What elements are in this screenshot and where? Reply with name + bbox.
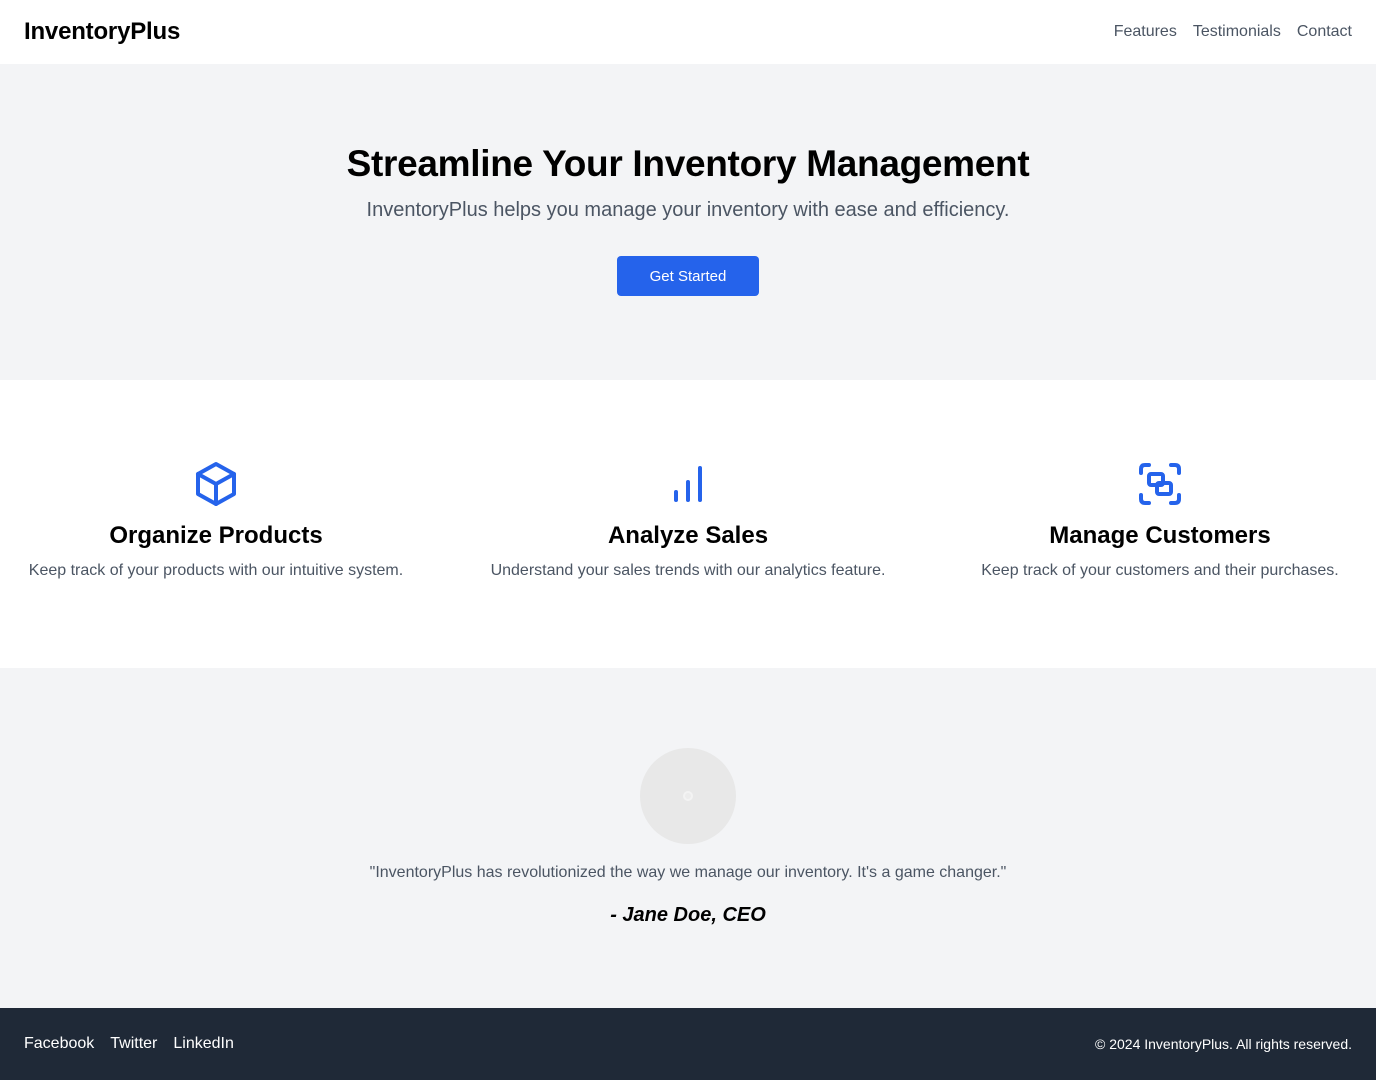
features-section: Organize Products Keep track of your pro… — [0, 380, 1376, 668]
nav-link-contact[interactable]: Contact — [1297, 23, 1352, 41]
group-objects-icon — [1136, 460, 1184, 508]
feature-title: Organize Products — [109, 522, 323, 549]
hero-section: Streamline Your Inventory Management Inv… — [0, 64, 1376, 380]
hero-title: Streamline Your Inventory Management — [346, 143, 1030, 184]
social-link-twitter[interactable]: Twitter — [110, 1035, 157, 1053]
testimonial-section: "InventoryPlus has revolutionized the wa… — [0, 668, 1376, 1008]
site-footer: Facebook Twitter LinkedIn © 2024 Invento… — [0, 1008, 1376, 1080]
social-link-facebook[interactable]: Facebook — [24, 1035, 94, 1053]
feature-description: Keep track of your customers and their p… — [981, 562, 1339, 579]
main-nav: Features Testimonials Contact — [1114, 23, 1352, 41]
site-header: InventoryPlus Features Testimonials Cont… — [0, 0, 1376, 64]
feature-title: Analyze Sales — [607, 522, 769, 549]
feature-card-manage-customers: Manage Customers Keep track of your cust… — [944, 460, 1376, 668]
avatar — [640, 748, 736, 844]
hero-subtitle: InventoryPlus helps you manage your inve… — [366, 199, 1010, 221]
social-links: Facebook Twitter LinkedIn — [24, 1035, 234, 1053]
get-started-button[interactable]: Get Started — [617, 256, 759, 296]
cube-icon — [192, 460, 240, 508]
nav-link-testimonials[interactable]: Testimonials — [1193, 23, 1281, 41]
feature-card-analyze-sales: Analyze Sales Understand your sales tren… — [472, 460, 904, 668]
feature-card-organize-products: Organize Products Keep track of your pro… — [0, 460, 432, 668]
copyright-text: © 2024 InventoryPlus. All rights reserve… — [1095, 1036, 1352, 1052]
avatar-placeholder-icon — [683, 791, 693, 801]
brand-logo[interactable]: InventoryPlus — [24, 18, 180, 46]
nav-link-features[interactable]: Features — [1114, 23, 1177, 41]
social-link-linkedin[interactable]: LinkedIn — [173, 1035, 234, 1053]
testimonial-author: - Jane Doe, CEO — [610, 904, 766, 926]
testimonial-quote: "InventoryPlus has revolutionized the wa… — [369, 864, 1007, 881]
feature-description: Understand your sales trends with our an… — [490, 562, 886, 579]
feature-description: Keep track of your products with our int… — [28, 562, 404, 579]
feature-title: Manage Customers — [1049, 522, 1271, 549]
bar-chart-icon — [664, 460, 712, 508]
